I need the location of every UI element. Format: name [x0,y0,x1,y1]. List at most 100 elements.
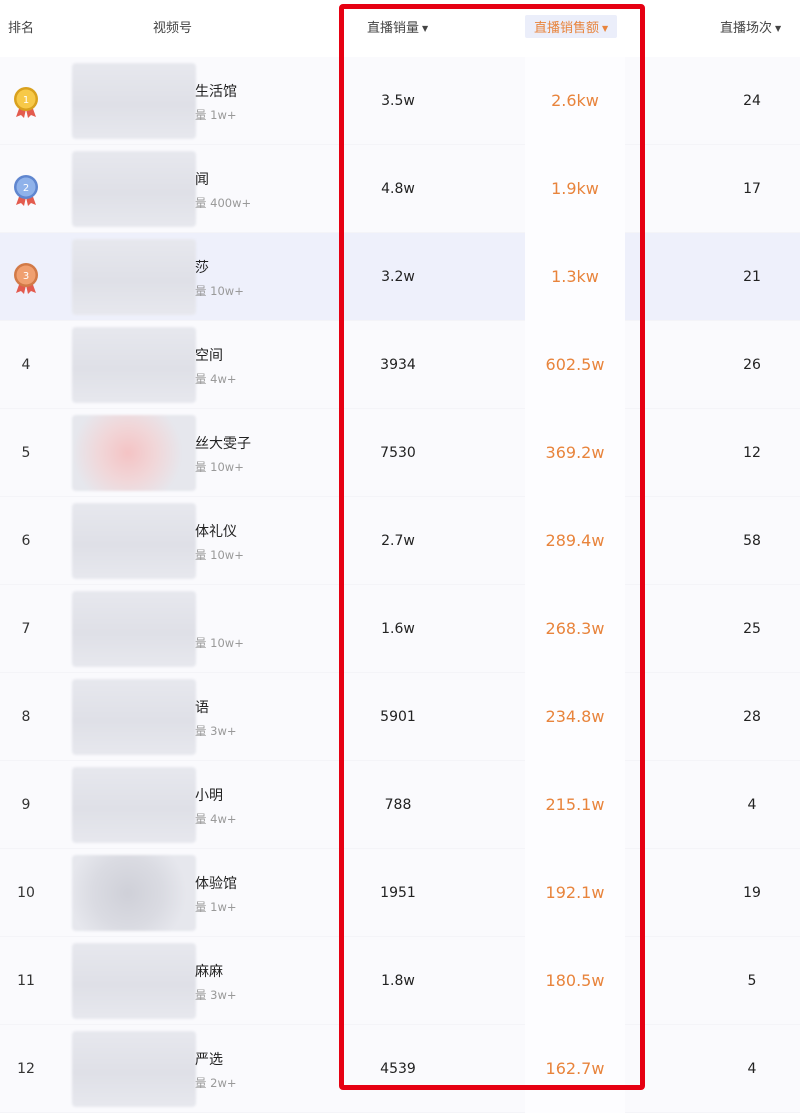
svg-text:2: 2 [23,183,29,194]
live-gmv-value: 602.5w [545,355,605,374]
channel-followers: 量 2w+ [195,1076,237,1090]
ranking-table-body: 1 生活馆 量 1w+ 3.5w 2.6kw 24 2 闻 量 400w+ 4.… [0,57,800,1113]
table-row[interactable]: 10 体验馆 量 1w+ 1951 192.1w 19 [0,849,800,937]
table-row[interactable]: 5 丝大雯子 量 10w+ 7530 369.2w 12 [0,409,800,497]
blurred-avatar [72,591,196,667]
channel-followers: 量 3w+ [195,724,237,738]
table-row[interactable]: 7 量 10w+ 1.6w 268.3w 25 [0,585,800,673]
channel-followers: 量 10w+ [195,636,244,650]
table-row[interactable]: 8 语 量 3w+ 5901 234.8w 28 [0,673,800,761]
live-sales-value: 3934 [380,357,416,373]
channel-name[interactable]: 闻 [195,169,209,189]
channel-name[interactable]: 莎 [195,257,209,277]
table-row[interactable]: 2 闻 量 400w+ 4.8w 1.9kw 17 [0,145,800,233]
blurred-avatar [72,239,196,315]
channel-followers: 量 10w+ [195,548,244,562]
channel-followers: 量 4w+ [195,812,237,826]
blurred-avatar [72,767,196,843]
column-header-channel: 视频号 [153,21,193,36]
live-gmv-value: 192.1w [545,883,605,902]
live-sales-value: 1.8w [381,973,415,989]
rank-number: 8 [21,709,31,725]
channel-name[interactable]: 丝大雯子 [195,433,251,453]
channel-name[interactable]: 体验馆 [195,873,237,893]
sort-caret-icon: ▼ [602,24,609,33]
live-sessions-value: 25 [743,621,761,637]
live-sessions-value: 4 [747,1061,757,1077]
channel-followers: 量 10w+ [195,460,244,474]
table-row[interactable]: 9 小明 量 4w+ 788 215.1w 4 [0,761,800,849]
live-sessions-value: 26 [743,357,761,373]
live-sessions-value: 4 [747,797,757,813]
rank-number: 11 [17,973,35,989]
table-row[interactable]: 11 麻麻 量 3w+ 1.8w 180.5w 5 [0,937,800,1025]
channel-followers: 量 3w+ [195,988,237,1002]
sort-caret-icon: ▼ [422,24,429,33]
blurred-avatar [72,943,196,1019]
column-header-live-sessions: 直播场次 [720,21,773,36]
rank-number: 4 [21,357,31,373]
blurred-avatar [72,503,196,579]
channel-followers: 量 1w+ [195,900,237,914]
channel-name[interactable]: 生活馆 [195,81,237,101]
column-header-live-sales: 直播销量 [367,21,420,36]
sort-live-gmv-button[interactable]: 直播销售额 ▼ [525,15,618,38]
live-gmv-value: 268.3w [545,619,605,638]
sort-caret-icon: ▼ [775,24,782,33]
blurred-avatar [72,327,196,403]
channel-name[interactable]: 体礼仪 [195,521,237,541]
blurred-avatar [72,151,196,227]
live-sessions-value: 28 [743,709,761,725]
rank-number: 5 [21,445,31,461]
sort-live-sales-button[interactable]: 直播销量 ▼ [367,17,428,36]
live-gmv-value: 1.3kw [551,267,599,286]
rank-number: 10 [17,885,35,901]
live-sales-value: 1.6w [381,621,415,637]
channel-name[interactable]: 严选 [195,1049,223,1069]
svg-text:3: 3 [23,271,29,282]
live-gmv-value: 1.9kw [551,179,599,198]
channel-name[interactable]: 空间 [195,345,223,365]
table-row[interactable]: 12 严选 量 2w+ 4539 162.7w 4 [0,1025,800,1113]
svg-text:1: 1 [23,95,29,106]
live-sales-value: 788 [384,797,412,813]
rank-number: 6 [21,533,31,549]
rank-cell: 2 [0,145,52,233]
blurred-avatar [72,415,196,491]
channel-name[interactable]: 麻麻 [195,961,223,981]
live-sessions-value: 12 [743,445,761,461]
channel-followers: 量 400w+ [195,196,252,210]
column-header-live-gmv: 直播销售额 [534,21,600,36]
blurred-avatar [72,1031,196,1107]
rank-cell: 3 [0,233,52,321]
live-gmv-value: 289.4w [545,531,605,550]
live-gmv-value: 180.5w [545,971,605,990]
channel-name[interactable]: 语 [195,697,209,717]
table-row[interactable]: 6 体礼仪 量 10w+ 2.7w 289.4w 58 [0,497,800,585]
live-sales-value: 2.7w [381,533,415,549]
live-gmv-value: 369.2w [545,443,605,462]
live-sessions-value: 24 [743,93,761,109]
table-row[interactable]: 1 生活馆 量 1w+ 3.5w 2.6kw 24 [0,57,800,145]
rank-number: 9 [21,797,31,813]
live-sales-value: 4.8w [381,181,415,197]
channel-followers: 量 4w+ [195,372,237,386]
blurred-avatar [72,63,196,139]
live-gmv-value: 215.1w [545,795,605,814]
channel-followers: 量 10w+ [195,284,244,298]
live-sales-value: 7530 [380,445,416,461]
live-sessions-value: 5 [747,973,757,989]
live-sessions-value: 19 [743,885,761,901]
live-gmv-value: 162.7w [545,1059,605,1078]
rank-cell: 1 [0,57,52,145]
live-sales-value: 1951 [380,885,416,901]
table-row[interactable]: 3 莎 量 10w+ 3.2w 1.3kw 21 [0,233,800,321]
column-header-rank: 排名 [8,21,35,36]
live-gmv-value: 2.6kw [551,91,599,110]
silver-medal-icon: 2 [14,175,38,206]
blurred-avatar [72,679,196,755]
live-sessions-value: 17 [743,181,761,197]
table-row[interactable]: 4 空间 量 4w+ 3934 602.5w 26 [0,321,800,409]
sort-live-sessions-button[interactable]: 直播场次 ▼ [720,17,781,36]
channel-name[interactable]: 小明 [195,785,223,805]
